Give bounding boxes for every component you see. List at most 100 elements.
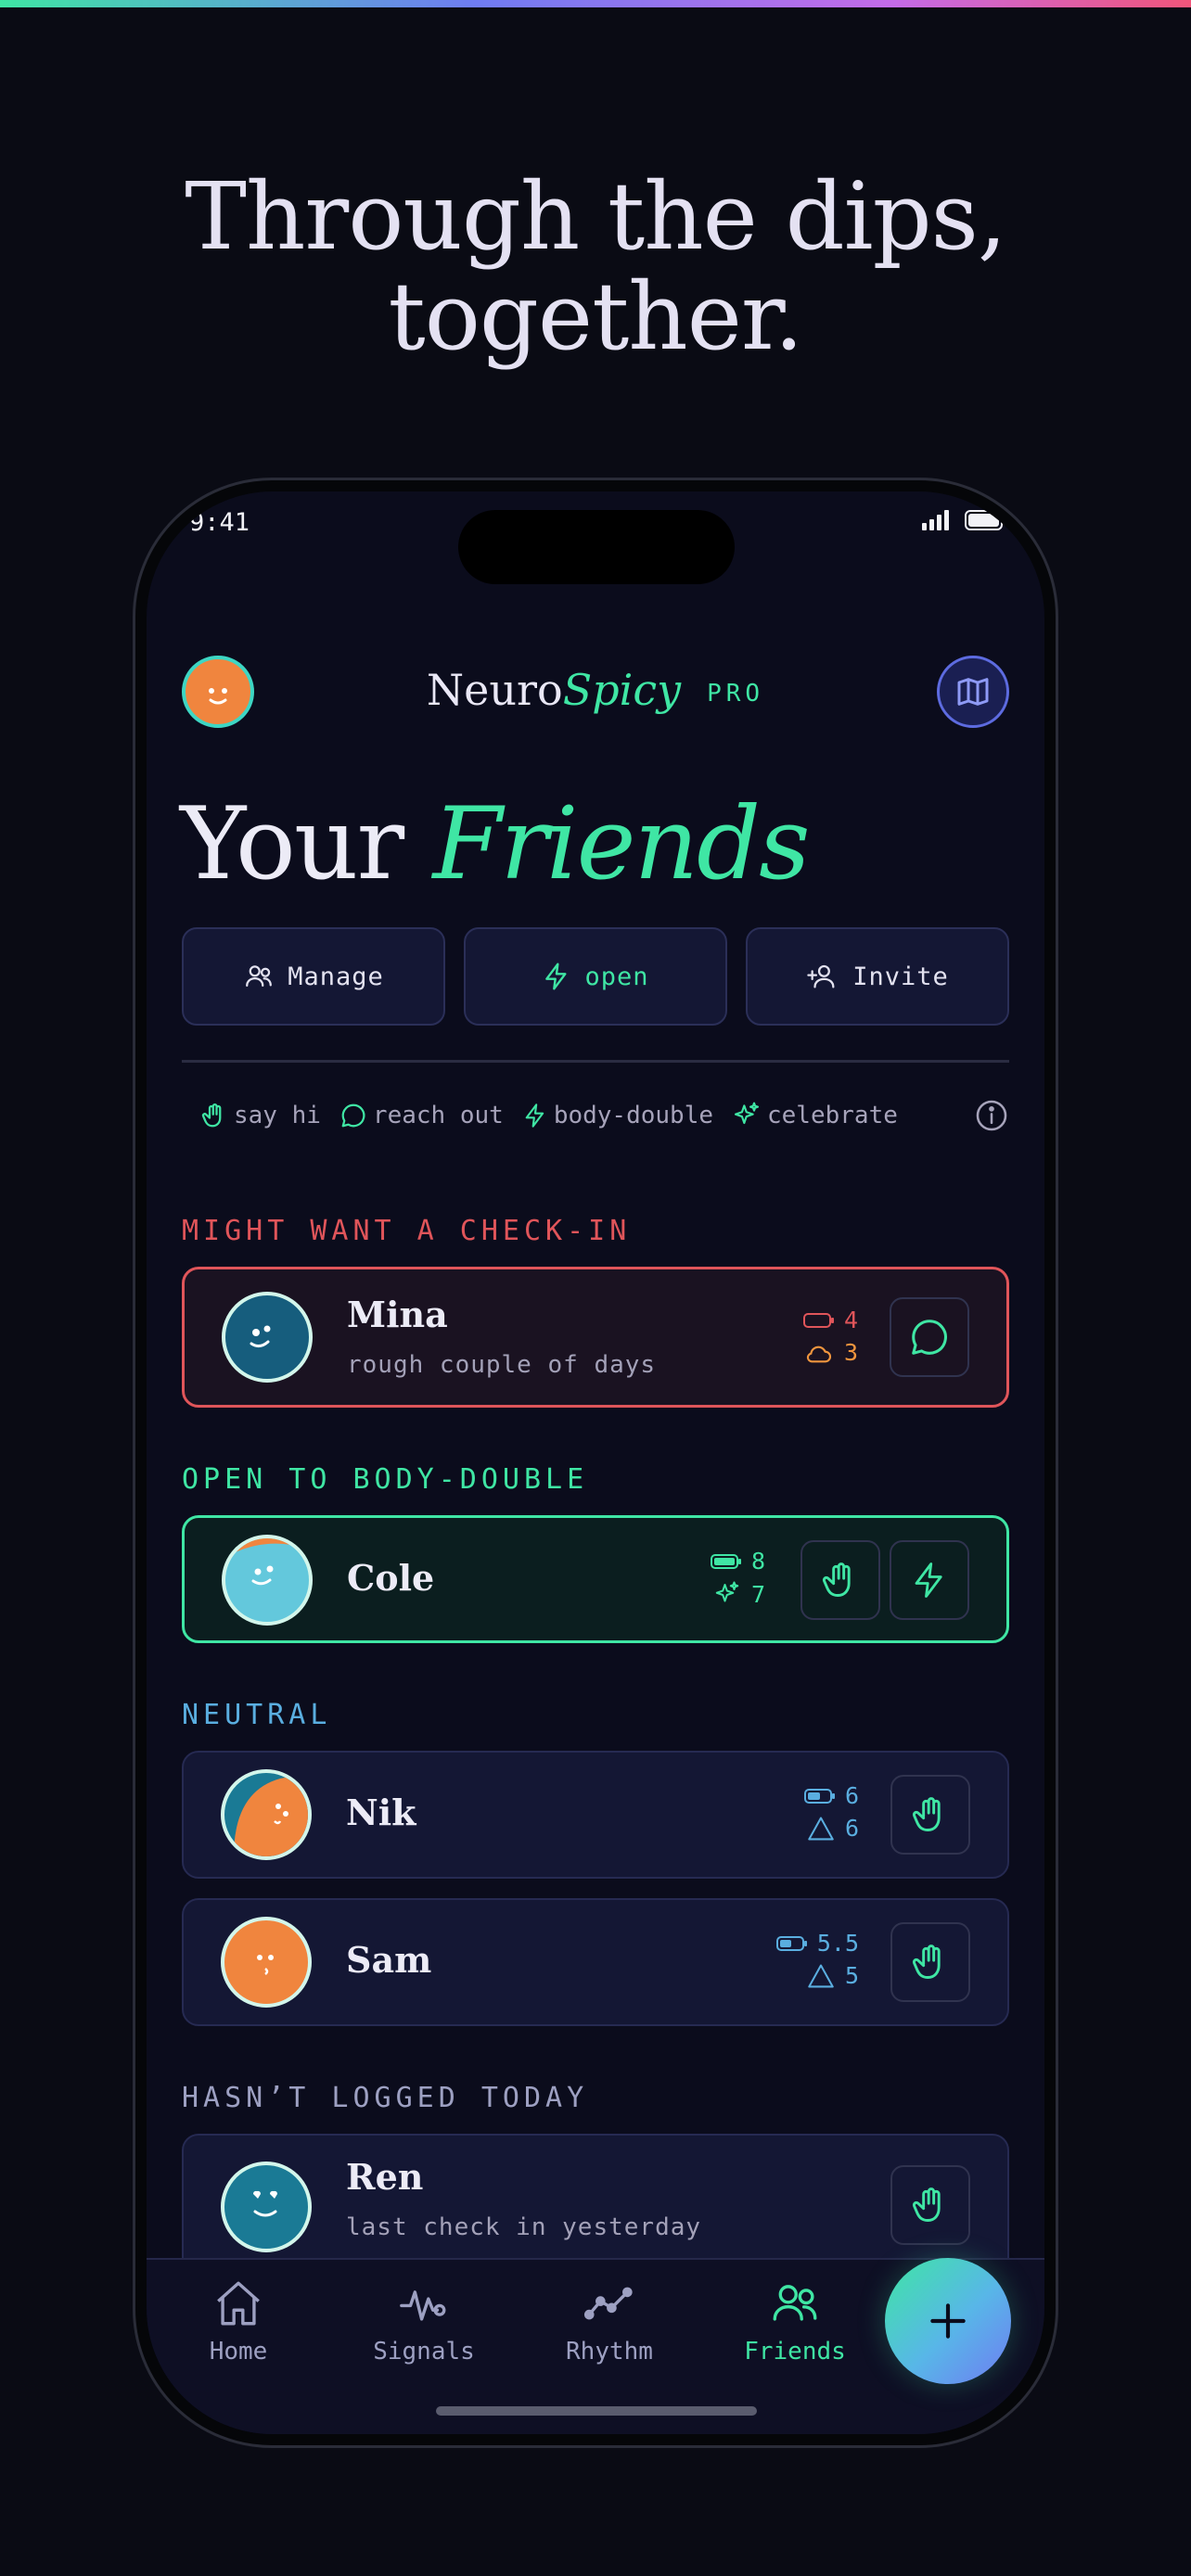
friend-name: Nik — [346, 1792, 416, 1833]
bolt-icon — [525, 1103, 544, 1128]
mood-stat: 3 — [803, 1339, 858, 1366]
top-gradient-bar — [0, 0, 1191, 7]
legend-say-hi-label: say hi — [234, 1102, 321, 1129]
friend-name: Sam — [346, 1939, 432, 1981]
battery-stat: 4 — [802, 1307, 858, 1333]
section-not-logged: HASN’T LOGGED TODAY — [182, 2082, 589, 2114]
brand-main: Neuro — [426, 665, 563, 715]
chat-bubble-icon — [341, 1103, 365, 1128]
tab-friends[interactable]: Friends — [725, 2276, 864, 2366]
battery-value: 8 — [750, 1548, 765, 1575]
legend-body-double-label: body-double — [553, 1102, 713, 1129]
friend-card-sam[interactable]: Sam 5.5 5 — [182, 1898, 1009, 2026]
add-user-icon — [807, 964, 835, 988]
triangle-value: 6 — [844, 1815, 859, 1842]
home-indicator — [436, 2406, 757, 2416]
section-neutral: NEUTRAL — [182, 1699, 332, 1731]
triangle-stat: 5 — [776, 1962, 859, 1989]
hero-line-2: together. — [388, 262, 804, 371]
avatar — [221, 1917, 312, 2008]
section-body-double: OPEN TO BODY-DOUBLE — [182, 1463, 589, 1496]
friends-icon — [773, 2285, 817, 2321]
tab-signals[interactable]: Signals — [354, 2276, 493, 2366]
hand-icon — [912, 1797, 941, 1831]
mood-value: 3 — [843, 1339, 858, 1366]
manage-label: Manage — [288, 962, 384, 991]
section-check-in: MIGHT WANT A CHECK-IN — [182, 1215, 632, 1247]
reach-out-button[interactable] — [890, 1297, 969, 1377]
triangle-icon — [808, 1964, 834, 1987]
tab-rhythm[interactable]: Rhythm — [540, 2276, 679, 2366]
body-double-button[interactable] — [890, 1540, 969, 1620]
legend-row: say hi reach out body-double celebrate — [200, 1094, 1009, 1137]
legend-reach-out-label: reach out — [372, 1102, 504, 1129]
hero-headline: Through the dips, together. — [0, 167, 1191, 367]
tab-home-label: Home — [209, 2338, 268, 2366]
brand-accent: Spicy — [562, 665, 682, 715]
battery-full-icon — [710, 1553, 741, 1569]
sparkle-icon — [715, 1581, 739, 1602]
battery-value: 6 — [844, 1782, 859, 1809]
friend-name: Mina — [347, 1294, 448, 1335]
add-button[interactable] — [885, 2258, 1011, 2384]
battery-stat: 8 — [710, 1548, 765, 1575]
map-icon — [957, 678, 989, 706]
hero-line-1: Through the dips, — [185, 162, 1006, 271]
say-hi-button[interactable] — [800, 1540, 880, 1620]
open-label: open — [584, 962, 649, 991]
avatar — [222, 1535, 313, 1626]
users-icon — [246, 965, 273, 988]
status-time: 9:41 — [189, 508, 250, 537]
hand-icon — [912, 1945, 941, 1979]
friend-stats: 8 7 — [710, 1548, 765, 1608]
legend-celebrate: celebrate — [732, 1101, 898, 1130]
triangle-value: 5 — [844, 1962, 859, 1989]
page-title-accent: Friends — [432, 786, 810, 902]
brand-logo: NeuroSpicy PRO — [182, 665, 1009, 715]
say-hi-button[interactable] — [890, 1922, 970, 2002]
action-row: Manage open Invite — [182, 927, 1009, 1026]
hand-icon — [822, 1562, 851, 1597]
home-icon — [217, 2281, 260, 2326]
chat-bubble-icon — [912, 1320, 947, 1355]
say-hi-button[interactable] — [890, 1775, 970, 1855]
avatar — [222, 1292, 313, 1383]
open-button[interactable]: open — [464, 927, 727, 1026]
hand-icon — [201, 1103, 222, 1128]
friend-stats: 4 3 — [802, 1307, 858, 1366]
signal-icon — [922, 510, 949, 530]
section-divider — [182, 1060, 1009, 1063]
tab-home[interactable]: Home — [169, 2276, 308, 2366]
friend-card-nik[interactable]: Nik 6 6 — [182, 1751, 1009, 1879]
sparkle-stat: 7 — [711, 1580, 765, 1608]
pro-badge: PRO — [707, 680, 765, 708]
friend-stats: 6 6 — [803, 1782, 859, 1842]
friend-card-cole[interactable]: Cole 8 7 — [182, 1515, 1009, 1643]
pulse-icon — [400, 2290, 446, 2321]
friend-stats: 5.5 5 — [775, 1930, 859, 1989]
say-hi-button[interactable] — [890, 2165, 970, 2245]
sparkle-value: 7 — [750, 1580, 765, 1608]
bolt-icon — [915, 1562, 942, 1598]
dynamic-island — [458, 510, 735, 584]
info-icon[interactable] — [974, 1098, 1009, 1133]
manage-button[interactable]: Manage — [182, 927, 445, 1026]
friend-note: rough couple of days — [347, 1351, 657, 1379]
legend-say-hi: say hi — [200, 1101, 321, 1130]
page-title-main: Your — [180, 786, 404, 902]
tab-friends-label: Friends — [744, 2338, 846, 2366]
legend-celebrate-label: celebrate — [767, 1102, 898, 1129]
app-header: NeuroSpicy PRO — [182, 654, 1009, 728]
tab-rhythm-label: Rhythm — [566, 2338, 653, 2366]
friend-card-mina[interactable]: Mina rough couple of days 4 3 — [182, 1267, 1009, 1408]
battery-low-icon — [802, 1312, 834, 1328]
legend-body-double: body-double — [522, 1101, 713, 1130]
hand-icon — [912, 2187, 941, 2222]
sparkle-icon — [734, 1102, 760, 1125]
battery-value: 5.5 — [816, 1930, 859, 1957]
tab-signals-label: Signals — [373, 2338, 475, 2366]
map-button[interactable] — [937, 656, 1009, 728]
invite-button[interactable]: Invite — [746, 927, 1009, 1026]
legend-reach-out: reach out — [339, 1102, 504, 1129]
battery-stat: 5.5 — [775, 1930, 859, 1957]
